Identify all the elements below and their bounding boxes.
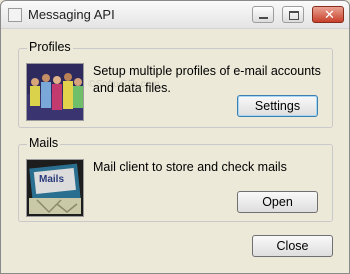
mails-legend: Mails [27,136,61,150]
people-group-icon [27,64,83,120]
mails-image-caption: Mails [39,174,65,185]
close-icon: ✕ [324,7,335,22]
maximize-button[interactable] [282,6,304,23]
profiles-group: Profiles Setup multiple profiles of e-ma… [18,40,333,128]
people-group-image [26,63,84,121]
minimize-icon [259,17,268,19]
minimize-button[interactable] [252,6,274,23]
mail-envelopes-icon [27,160,83,216]
settings-button[interactable]: Settings [237,95,318,117]
app-icon [8,8,22,22]
close-window-button[interactable]: ✕ [312,6,344,23]
title-bar[interactable]: Messaging API ✕ [1,1,349,29]
window-title: Messaging API [28,7,115,22]
profiles-legend: Profiles [27,40,73,54]
open-button[interactable]: Open [237,191,318,213]
maximize-icon [289,11,299,20]
mails-description: Mail client to store and check mails [93,160,287,174]
close-button[interactable]: Close [252,235,333,257]
messaging-api-window: Messaging API ✕ Profiles Setup multiple … [0,0,350,274]
mail-envelopes-image: Mails [26,159,84,217]
mails-group: Mails Mails Mail client to store and che… [18,136,333,222]
watermark: ©Softpedia.com [88,79,160,90]
